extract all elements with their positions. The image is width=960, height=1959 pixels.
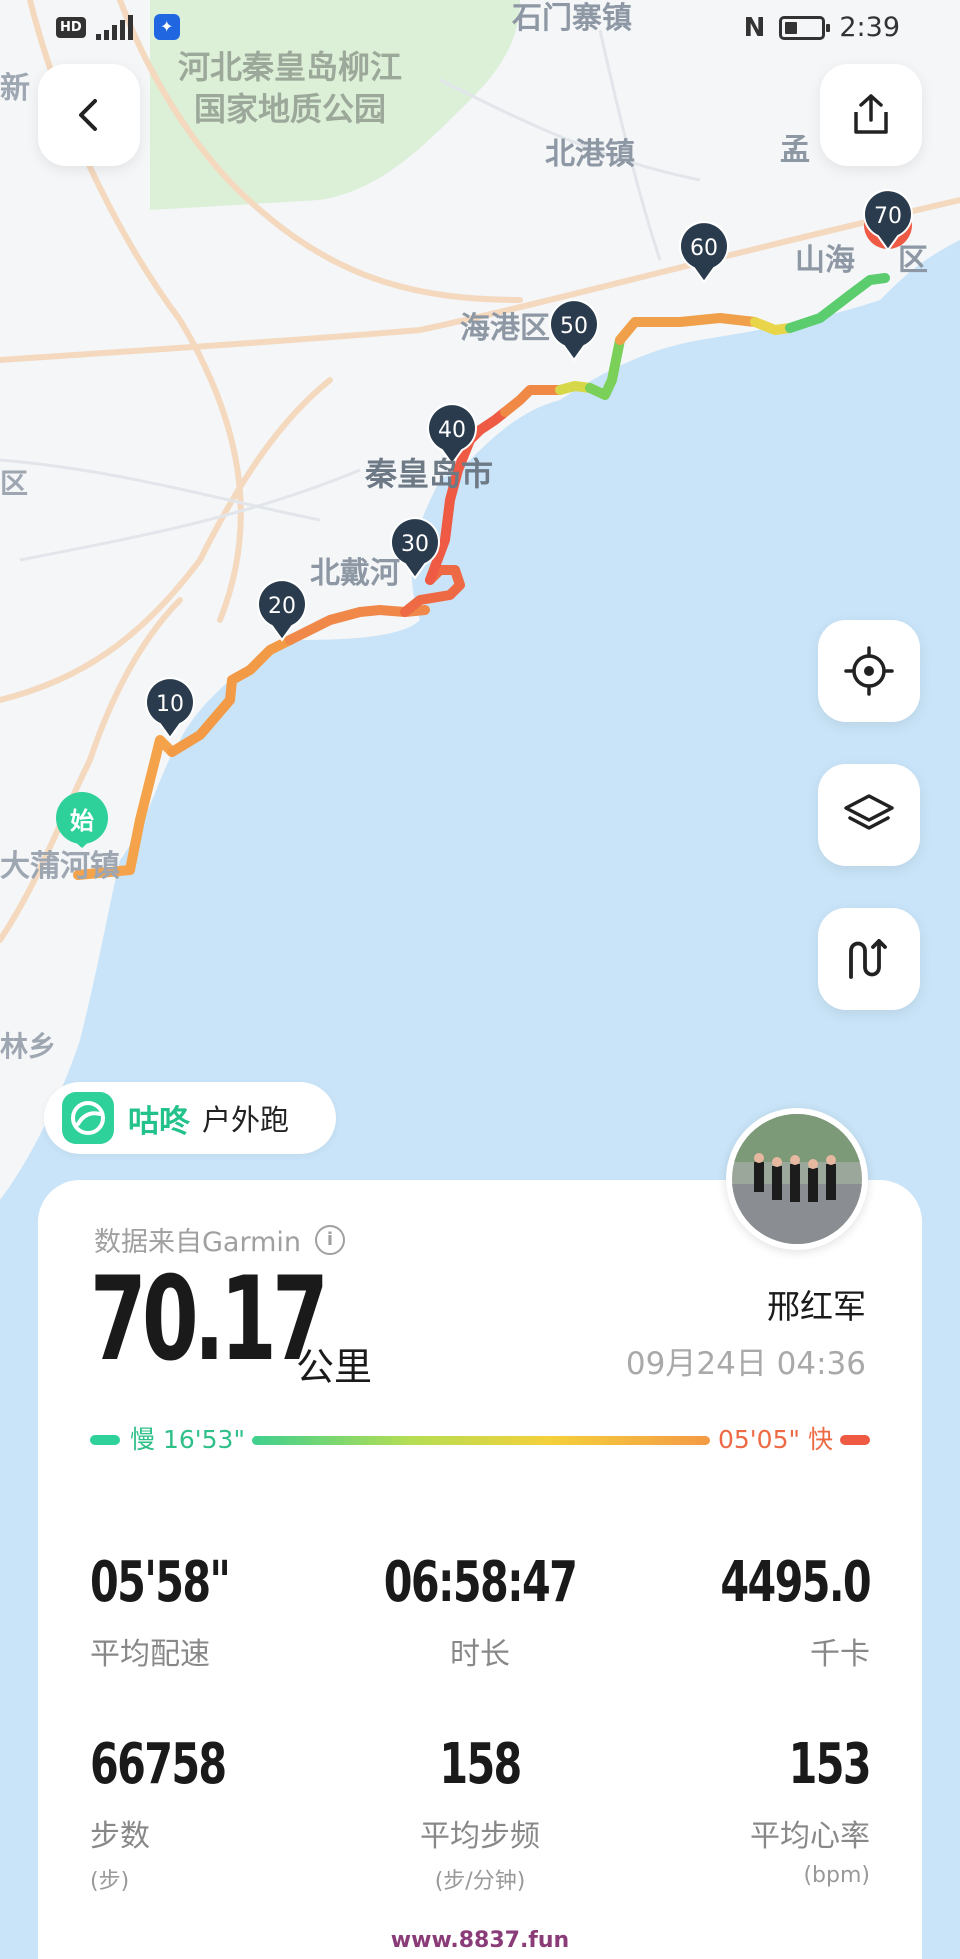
km-marker-label: 50 (560, 314, 588, 339)
chevron-left-icon (79, 99, 97, 131)
workout-summary-card: 数据来自Garmin i 70.17 公里 邢红军 09月24日 04:36 慢… (38, 1180, 922, 1959)
label-dapuhe: 大蒲河镇 (0, 849, 120, 884)
km-marker-label: 30 (401, 532, 429, 557)
label-shanhai: 山海 (795, 243, 855, 278)
slow-pace-label: 慢 16'53" (130, 1425, 245, 1454)
stat-unit: (步/分钟) (434, 1869, 526, 1894)
stat-avg-pace: 05'58" 平均配速 (90, 1550, 350, 1673)
route-button[interactable] (818, 908, 920, 1010)
share-icon (854, 94, 888, 134)
label-haigang: 海港区 (460, 311, 550, 346)
share-button[interactable] (820, 64, 922, 166)
clock: 2:39 (839, 12, 900, 43)
stat-value: 4495.0 (720, 1550, 871, 1615)
stat-unit: (bpm) (803, 1863, 870, 1888)
stat-value: 05'58" (90, 1550, 231, 1615)
label-beidaihe: 北戴河 (310, 556, 400, 591)
app-badge: 咕咚 户外跑 (44, 1082, 336, 1154)
watermark: www.8837.fun (390, 1928, 570, 1953)
locate-button[interactable] (818, 620, 920, 722)
distance-unit: 公里 (296, 1345, 373, 1389)
info-icon[interactable]: i (315, 1224, 346, 1255)
pace-legend: 慢 16'53" 05'05" 快 (90, 1420, 870, 1460)
stat-label: 步数 (90, 1819, 150, 1854)
layers-icon (844, 794, 894, 830)
back-button[interactable] (38, 64, 140, 166)
stat-unit: (步) (90, 1869, 130, 1894)
stat-duration: 06:58:47 时长 (350, 1550, 610, 1673)
svg-text:始: 始 (70, 807, 94, 835)
layers-button[interactable] (818, 764, 920, 866)
stat-cadence: 158 平均步频 (步/分钟) (350, 1732, 610, 1895)
label-meng: 孟 (780, 133, 810, 168)
stat-calories: 4495.0 千卡 (610, 1550, 871, 1673)
fast-pace-swatch (840, 1435, 870, 1445)
stat-heart-rate: 153 平均心率 (bpm) (610, 1732, 872, 1888)
stat-label: 时长 (450, 1637, 510, 1672)
land-area (0, 0, 960, 1200)
fast-pace-label: 05'05" 快 (718, 1425, 833, 1454)
km-marker-label: 60 (690, 236, 718, 261)
stat-value: 06:58:47 (383, 1550, 578, 1615)
runners-photo (732, 1114, 862, 1244)
user-avatar[interactable] (726, 1108, 868, 1250)
km-marker-label: 70 (874, 204, 902, 229)
km-marker-label: 20 (268, 594, 296, 619)
label-park-line2: 国家地质公园 (194, 90, 386, 128)
hd-indicator: HD (56, 16, 86, 38)
stat-steps: 66758 步数 (步) (90, 1732, 350, 1895)
signal-icon (95, 14, 144, 40)
status-bar: HD ✦ N 2:39 (0, 0, 960, 60)
activity-type: 户外跑 (202, 1103, 290, 1137)
bulb-icon: ✦ (153, 14, 180, 40)
label-beigang: 北港镇 (545, 137, 635, 172)
stat-value: 66758 (90, 1732, 227, 1797)
stat-label: 平均配速 (90, 1637, 210, 1672)
route-icon (849, 939, 887, 979)
stat-value: 153 (788, 1732, 872, 1797)
slow-pace-swatch (90, 1435, 120, 1445)
codoon-logo-icon (62, 1092, 114, 1144)
stat-label: 千卡 (810, 1637, 870, 1672)
label-qu2: 区 (0, 467, 28, 500)
battery-icon (779, 15, 831, 40)
label-qu: 区 (898, 243, 928, 278)
app-name: 咕咚 (128, 1103, 190, 1140)
stat-value: 158 (439, 1732, 522, 1797)
stat-label: 平均心率 (750, 1819, 870, 1854)
label-xin: 新 (0, 71, 30, 106)
label-linxiang: 林乡 (0, 1030, 56, 1063)
nfc-icon: N (743, 12, 766, 43)
workout-datetime: 09月24日 04:36 (625, 1346, 866, 1382)
user-name: 邢红军 (767, 1287, 866, 1326)
pace-gradient-bar (252, 1436, 710, 1445)
km-marker-label: 10 (156, 692, 184, 717)
stat-label: 平均步频 (420, 1819, 540, 1854)
crosshair-icon (844, 646, 894, 696)
km-marker-label: 40 (438, 418, 466, 443)
label-qinhuangdao: 秦皇岛市 (364, 455, 493, 493)
total-distance: 70.17 (90, 1252, 329, 1387)
